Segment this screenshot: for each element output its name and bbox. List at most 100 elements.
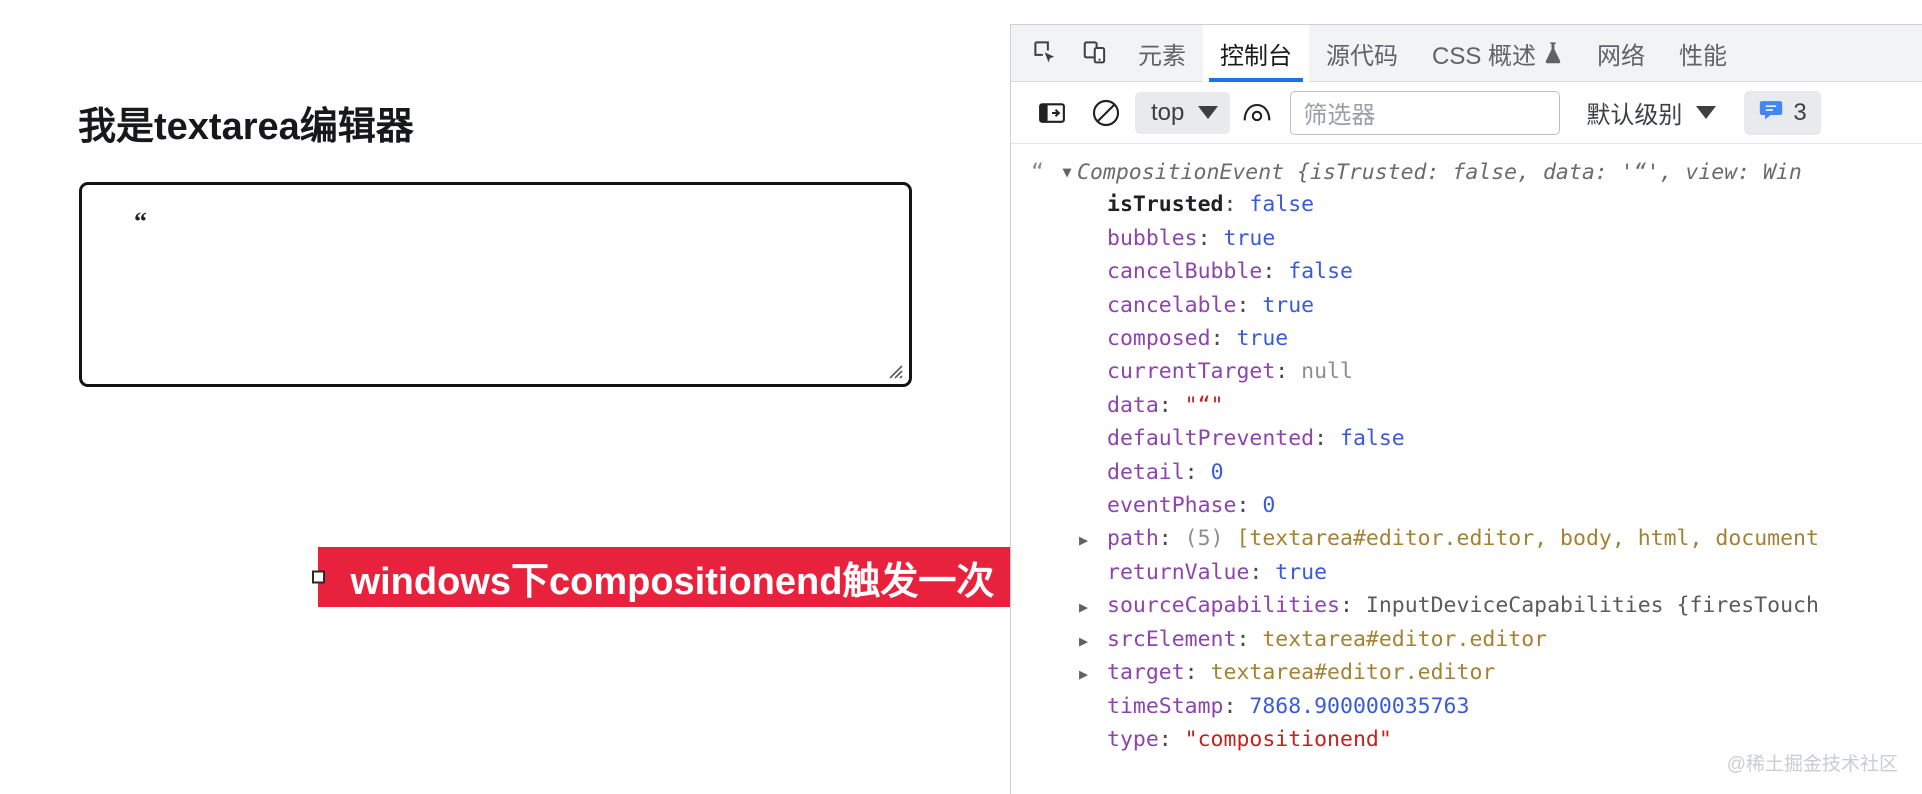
console-property-colon: : — [1223, 192, 1250, 218]
expander-placeholder — [1079, 458, 1107, 490]
chevron-down-icon — [1198, 106, 1219, 119]
console-property-colon: : — [1262, 259, 1289, 285]
console-property-colon: : — [1158, 726, 1185, 752]
console-property-value: "“" — [1184, 392, 1224, 418]
console-property-key: type — [1107, 726, 1159, 752]
expander-closed-icon[interactable]: ▶ — [1079, 591, 1107, 623]
console-property-row[interactable]: ▶ srcElement: textarea#editor.editor — [1011, 624, 1922, 657]
console-property-key: cancelBubble — [1107, 259, 1263, 285]
console-property-value: true — [1275, 559, 1328, 585]
expander-placeholder — [1079, 224, 1107, 256]
console-property-colon: : — [1184, 459, 1211, 485]
console-output[interactable]: “ ▼ CompositionEvent {isTrusted: false, da… — [1011, 144, 1922, 794]
console-property-row[interactable]: ▶ sourceCapabilities: InputDeviceCapabili… — [1011, 590, 1922, 623]
console-property-key: cancelable — [1107, 292, 1237, 318]
console-property-value: true — [1223, 225, 1276, 251]
live-expression-icon[interactable] — [1230, 89, 1284, 137]
log-quote-glyph: “ — [1031, 160, 1044, 185]
console-property-key: returnValue — [1107, 559, 1250, 585]
console-object-preview: CompositionEvent {isTrusted: false, data… — [1077, 160, 1802, 185]
page-title: 我是textarea编辑器 — [78, 106, 414, 148]
textarea-value: “ — [134, 207, 147, 236]
console-property-value: true — [1262, 292, 1315, 318]
console-property-value: true — [1236, 326, 1289, 352]
tab-elements[interactable]: 元素 — [1121, 25, 1203, 82]
console-property-colon: : — [1236, 493, 1263, 519]
tab-network-label: 网络 — [1597, 42, 1646, 70]
chevron-down-icon — [1696, 106, 1717, 119]
console-property-key: data — [1107, 392, 1159, 418]
console-toolbar: top 筛选器 默认级别 3 — [1011, 82, 1922, 144]
annotation-text: windows下compositionend触发一次 — [350, 560, 995, 603]
message-count-badge[interactable]: 3 — [1744, 90, 1821, 135]
console-property-colon: : — [1275, 359, 1302, 385]
console-property-value: false — [1288, 259, 1353, 285]
console-log-entry[interactable]: “ ▼ CompositionEvent {isTrusted: false, da… — [1011, 156, 1922, 189]
expander-placeholder — [1079, 692, 1107, 724]
console-property-key: currentTarget — [1107, 359, 1276, 385]
tab-console[interactable]: 控制台 — [1203, 25, 1309, 82]
console-property-row: timeStamp: 7868.900000035763 — [1011, 691, 1922, 724]
console-filter-placeholder: 筛选器 — [1303, 102, 1376, 129]
expander-placeholder — [1079, 257, 1107, 289]
expander-placeholder — [1079, 424, 1107, 456]
console-property-value: null — [1301, 359, 1353, 385]
textarea-editor[interactable]: “ — [79, 182, 912, 387]
tab-network[interactable]: 网络 — [1580, 25, 1662, 82]
console-property-row: bubbles: true — [1011, 223, 1922, 256]
console-property-value: false — [1249, 192, 1315, 218]
console-property-value: 0 — [1262, 493, 1276, 519]
watermark: @稀土掘金技术社区 — [1726, 754, 1898, 775]
console-property-value: 7868.900000035763 — [1249, 693, 1470, 719]
console-property-key: bubbles — [1107, 225, 1198, 251]
console-property-key: isTrusted — [1107, 192, 1224, 218]
selection-handle-left[interactable] — [312, 570, 325, 584]
console-property-value: "compositionend" — [1184, 726, 1392, 752]
console-property-value: textarea#editor.editor — [1262, 626, 1548, 652]
console-property-key: srcElement — [1107, 626, 1237, 652]
expander-placeholder — [1079, 324, 1107, 356]
expander-placeholder — [1079, 391, 1107, 423]
devtools-tab-bar: 元素 控制台 源代码 CSS 概述 网络 性能 — [1011, 25, 1922, 82]
tab-sources[interactable]: 源代码 — [1309, 25, 1415, 82]
console-filter-input[interactable]: 筛选器 — [1290, 90, 1561, 135]
console-property-colon: : — [1236, 626, 1263, 652]
device-toolbar-icon[interactable] — [1071, 31, 1121, 75]
web-page-pane: 我是textarea编辑器 “ windows下compositionend触发… — [0, 0, 1010, 794]
tab-performance[interactable]: 性能 — [1662, 25, 1744, 82]
console-property-colon: : — [1340, 593, 1366, 619]
expander-closed-icon[interactable]: ▶ — [1079, 625, 1107, 657]
console-property-colon: : — [1210, 326, 1237, 352]
tab-elements-label: 元素 — [1138, 42, 1186, 70]
tab-sources-label: 源代码 — [1326, 42, 1398, 70]
message-bubble-icon — [1758, 97, 1784, 128]
console-property-key: timeStamp — [1107, 693, 1224, 719]
console-property-row: defaultPrevented: false — [1011, 423, 1922, 456]
console-property-row[interactable]: ▶ target: textarea#editor.editor — [1011, 657, 1922, 690]
console-property-key: target — [1107, 660, 1185, 686]
log-level-label: 默认级别 — [1586, 102, 1683, 129]
expander-placeholder — [1079, 491, 1107, 523]
message-count-value: 3 — [1793, 98, 1807, 126]
expander-closed-icon[interactable]: ▶ — [1079, 524, 1107, 556]
console-property-value: 0 — [1210, 459, 1224, 485]
inspect-element-icon[interactable] — [1021, 31, 1071, 75]
expander-placeholder — [1079, 190, 1107, 222]
console-property-row: data: "“" — [1011, 390, 1922, 423]
console-property-row: composed: true — [1011, 323, 1922, 356]
screenshot-root: 我是textarea编辑器 “ windows下compositionend触发… — [0, 0, 1922, 794]
expander-placeholder — [1079, 558, 1107, 590]
resize-grip-icon[interactable] — [885, 361, 903, 379]
console-property-row[interactable]: ▶ path: (5) [textarea#editor.editor, body… — [1011, 523, 1922, 556]
log-level-select[interactable]: 默认级别 — [1576, 92, 1726, 134]
tab-css-overview[interactable]: CSS 概述 — [1415, 25, 1580, 82]
execution-context-select[interactable]: top — [1135, 91, 1231, 134]
console-property-key: defaultPrevented — [1107, 426, 1315, 452]
clear-console-icon[interactable] — [1079, 89, 1133, 137]
console-property-key: detail — [1107, 459, 1185, 485]
expander-open-icon[interactable]: ▼ — [1057, 156, 1077, 188]
console-property-value: false — [1340, 426, 1405, 452]
show-console-sidebar-icon[interactable] — [1025, 89, 1079, 137]
console-property-key: eventPhase — [1107, 493, 1237, 519]
expander-closed-icon[interactable]: ▶ — [1079, 658, 1107, 690]
